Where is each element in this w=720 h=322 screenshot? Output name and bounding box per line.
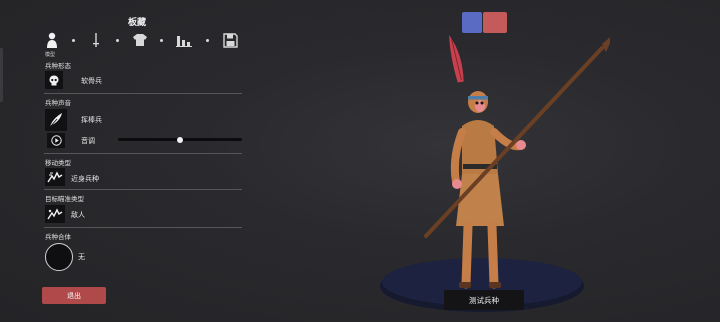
tab-clothing[interactable] <box>132 30 148 50</box>
panel-edge-handle[interactable] <box>0 48 3 102</box>
unit-combo-slot[interactable] <box>45 243 73 271</box>
pitch-slider[interactable] <box>118 136 242 143</box>
test-unit-button[interactable]: 测试兵种 <box>444 290 524 310</box>
unit-type-value[interactable]: 软骨兵 <box>81 76 102 86</box>
shirt-icon <box>133 34 147 46</box>
movement-icon <box>47 171 63 183</box>
tab-separator-dot <box>72 39 75 42</box>
person-icon <box>47 32 57 48</box>
movement-value[interactable]: 近身兵种 <box>71 174 99 184</box>
pitch-slider-knob[interactable] <box>177 136 183 143</box>
movement-label: 移动类型 <box>45 159 71 167</box>
stats-icon <box>176 36 192 47</box>
tab-separator-dot <box>116 39 119 42</box>
arm-left <box>450 128 466 186</box>
divider <box>44 227 242 228</box>
feather-plume <box>449 35 464 83</box>
headband <box>468 96 488 100</box>
tab-separator-dot <box>160 39 163 42</box>
shoe-left <box>459 282 471 288</box>
exit-button[interactable]: 退出 <box>42 287 106 304</box>
leg-left <box>461 221 473 289</box>
hand-right <box>516 140 526 150</box>
divider <box>44 189 242 190</box>
pitch-play-button[interactable] <box>47 133 65 148</box>
tab-save[interactable] <box>222 30 238 50</box>
unit-type-label: 兵种形态 <box>45 62 71 70</box>
unit-voice-icon-box[interactable] <box>45 109 67 131</box>
play-icon <box>50 135 62 146</box>
eye-left <box>475 101 479 105</box>
unit-preview <box>380 35 610 312</box>
movement-icon-box[interactable] <box>45 168 65 186</box>
active-tab-label: 模型 <box>45 52 56 58</box>
save-icon <box>222 32 238 48</box>
unit-voice-label: 兵种声音 <box>45 99 71 107</box>
feather-icon <box>49 113 62 128</box>
tab-weapon[interactable] <box>88 30 104 50</box>
divider <box>44 93 242 94</box>
targeting-label: 目标瞄准类型 <box>45 195 84 203</box>
hand-left <box>452 179 462 189</box>
tab-model[interactable] <box>44 30 60 50</box>
targeting-icon-box[interactable] <box>45 205 65 223</box>
sword-icon <box>93 33 99 47</box>
tab-separator-dot <box>206 39 209 42</box>
unit-combo-label: 兵种合体 <box>45 233 71 241</box>
tunic <box>456 174 504 226</box>
target-icon <box>47 208 63 220</box>
eye-right <box>480 101 484 105</box>
panel-title: 板藏 <box>128 18 147 28</box>
shoe-right <box>489 282 501 288</box>
spear-shaft <box>424 46 604 238</box>
targeting-value[interactable]: 敌人 <box>71 210 85 220</box>
divider <box>44 153 242 154</box>
tab-stats[interactable] <box>176 30 192 50</box>
leg-right <box>487 221 499 289</box>
pitch-label: 音调 <box>81 137 95 145</box>
skull-icon <box>49 75 59 85</box>
unit-type-icon-box[interactable] <box>45 71 63 89</box>
editor-tabs <box>44 30 240 52</box>
unit-combo-value: 无 <box>78 253 85 261</box>
unit-voice-value[interactable]: 挥棒兵 <box>81 115 102 125</box>
